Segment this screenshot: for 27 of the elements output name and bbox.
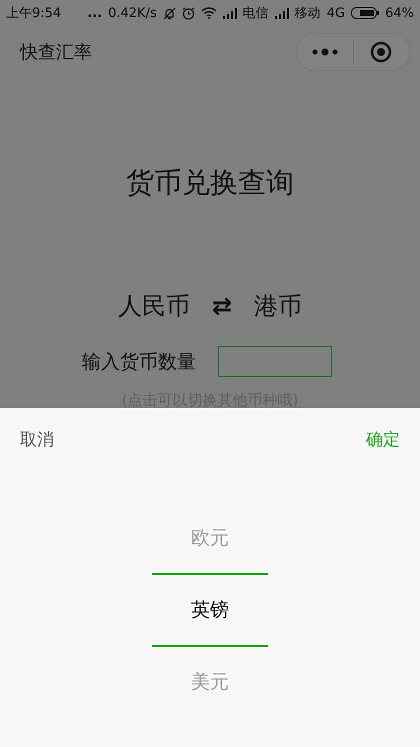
target-currency[interactable]: 港币 — [254, 290, 302, 322]
more-icon — [312, 48, 338, 56]
signal-icon — [222, 8, 237, 18]
page-heading: 货币兑换查询 — [125, 165, 295, 201]
network-speed: 0.42K/s — [108, 6, 157, 20]
signal-icon — [274, 8, 289, 18]
status-time: 上午9:54 — [6, 5, 62, 22]
picker-option[interactable]: 美元 — [191, 647, 229, 717]
network-type: 4G — [326, 6, 346, 20]
amount-field[interactable] — [218, 346, 332, 377]
amount-label: 输入货币数量 — [82, 350, 196, 374]
alarm-clock-icon — [182, 6, 195, 20]
wifi-icon — [200, 7, 217, 19]
cancel-button[interactable]: 取消 — [18, 424, 56, 454]
battery-percent: 64% — [385, 6, 414, 20]
page-title: 快查汇率 — [20, 41, 93, 64]
carrier-name: 电信 — [242, 5, 269, 22]
confirm-button[interactable]: 确定 — [364, 424, 402, 454]
status-dots: ... — [87, 6, 102, 20]
picker-option[interactable]: 欧元 — [191, 503, 229, 573]
swap-icon[interactable]: ⇄ — [212, 292, 232, 320]
target-icon — [370, 41, 392, 63]
carrier-name: 移动 — [294, 5, 321, 22]
picker-option[interactable]: 英镑 — [191, 575, 229, 645]
source-currency[interactable]: 人民币 — [118, 290, 190, 322]
bell-off-icon — [162, 6, 176, 20]
battery-icon — [351, 7, 380, 19]
